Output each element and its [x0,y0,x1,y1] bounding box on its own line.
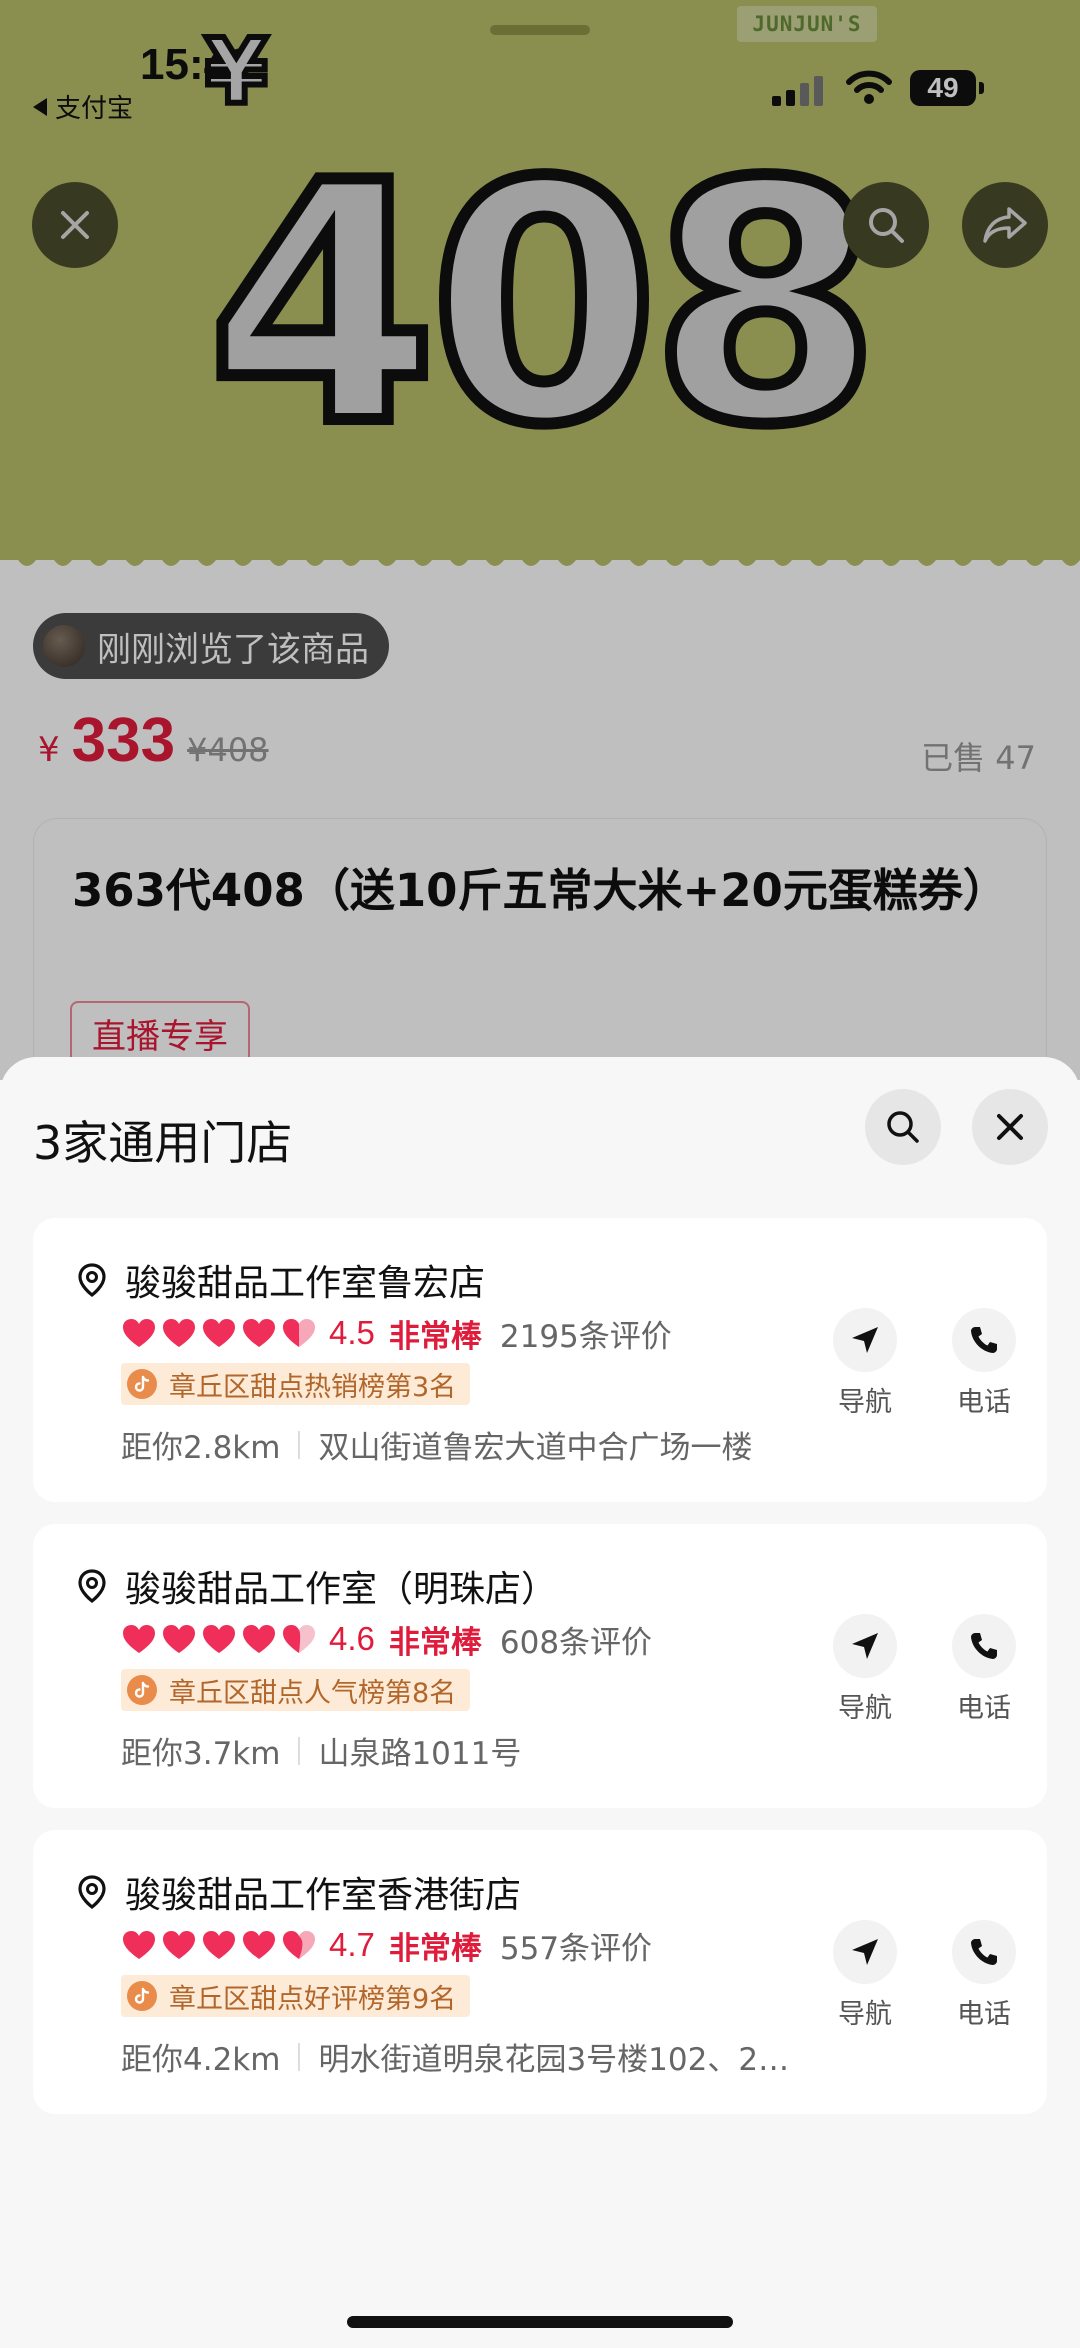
rating-hearts [121,1317,317,1349]
divider [298,1430,301,1459]
rating-word: 非常棒 [388,1624,482,1661]
call-button[interactable]: 电话 [939,1308,1029,1419]
review-count: 2195条评价 [499,1318,672,1355]
store-name: 骏骏甜品工作室（明珠店） [125,1569,558,1610]
address: 山泉路1011号 [318,1736,522,1772]
navigation-arrow-icon [852,1633,878,1659]
half-heart-icon [283,1319,315,1347]
douyin-icon [127,1675,157,1705]
rating-score: 4.5 [329,1314,375,1351]
heart-icon [243,1319,275,1347]
divider [298,2042,301,2071]
half-heart-icon [283,1931,315,1959]
heart-icon [123,1319,155,1347]
navigate-button[interactable]: 导航 [820,1308,910,1419]
navigate-label: 导航 [838,1693,892,1724]
navigate-label: 导航 [838,1999,892,2030]
close-icon [997,1114,1023,1140]
heart-icon [243,1625,275,1653]
store-name: 骏骏甜品工作室鲁宏店 [125,1263,486,1304]
distance: 距你2.8km [121,1430,281,1466]
phone-icon [971,1633,997,1659]
navigation-arrow-icon [852,1939,878,1965]
distance: 距你3.7km [121,1736,281,1772]
stores-sheet: 3家通用门店 骏骏甜品工作室鲁宏店 4.5 非常棒 2195条评价 章丘区甜点热… [0,1057,1080,2348]
store-card[interactable]: 骏骏甜品工作室鲁宏店 4.5 非常棒 2195条评价 章丘区甜点热销榜第3名 距… [33,1218,1047,1502]
rating-row: 4.7 非常棒 557条评价 [121,1925,653,1967]
call-label: 电话 [957,1999,1011,2030]
rank-badge[interactable]: 章丘区甜点热销榜第3名 [121,1363,471,1405]
distance-row: 距你4.2km 明水街道明泉花园3号楼102、2… [121,2034,789,2079]
call-label: 电话 [957,1693,1011,1724]
rank-badge[interactable]: 章丘区甜点人气榜第8名 [121,1669,471,1711]
rating-word: 非常棒 [388,1318,482,1355]
address: 双山街道鲁宏大道中合广场一楼 [318,1430,753,1466]
heart-icon [163,1625,195,1653]
sheet-search-button[interactable] [865,1089,941,1165]
rating-word: 非常棒 [388,1930,482,1967]
rating-row: 4.5 非常棒 2195条评价 [121,1313,672,1355]
rank-badge[interactable]: 章丘区甜点好评榜第9名 [121,1975,471,2017]
address: 明水街道明泉花园3号楼102、2… [318,2042,790,2078]
phone-icon [971,1327,997,1353]
half-heart-icon [283,1625,315,1653]
navigate-button[interactable]: 导航 [820,1920,910,2031]
call-button[interactable]: 电话 [939,1920,1029,2031]
navigation-arrow-icon [852,1327,878,1353]
review-count: 608条评价 [499,1624,653,1661]
heart-icon [203,1625,235,1653]
douyin-icon [127,1981,157,2011]
call-label: 电话 [957,1387,1011,1418]
navigate-label: 导航 [838,1387,892,1418]
rating-hearts [121,1929,317,1961]
location-pin-icon [78,1875,106,1910]
search-icon [887,1111,919,1143]
distance: 距你4.2km [121,2042,281,2078]
location-pin-icon [78,1569,106,1604]
rating-score: 4.7 [329,1926,375,1963]
heart-icon [163,1931,195,1959]
store-card[interactable]: 骏骏甜品工作室香港街店 4.7 非常棒 557条评价 章丘区甜点好评榜第9名 距… [33,1830,1047,2114]
home-indicator[interactable] [347,2316,733,2328]
heart-icon [203,1319,235,1347]
dim-overlay[interactable] [0,0,1080,1080]
douyin-icon [127,1369,157,1399]
location-pin-icon [78,1263,106,1298]
rank-text: 章丘区甜点人气榜第8名 [169,1677,457,1709]
heart-icon [123,1625,155,1653]
rating-hearts [121,1623,317,1655]
heart-icon [163,1319,195,1347]
navigate-button[interactable]: 导航 [820,1614,910,1725]
rank-text: 章丘区甜点热销榜第3名 [169,1371,457,1403]
store-name: 骏骏甜品工作室香港街店 [125,1875,522,1916]
sheet-close-button[interactable] [972,1089,1048,1165]
heart-icon [123,1931,155,1959]
store-card[interactable]: 骏骏甜品工作室（明珠店） 4.6 非常棒 608条评价 章丘区甜点人气榜第8名 … [33,1524,1047,1808]
sheet-title: 3家通用门店 [33,1116,293,1170]
divider [298,1736,301,1765]
distance-row: 距你2.8km 双山街道鲁宏大道中合广场一楼 [121,1422,752,1467]
review-count: 557条评价 [499,1930,653,1967]
rating-row: 4.6 非常棒 608条评价 [121,1619,653,1661]
heart-icon [243,1931,275,1959]
distance-row: 距你3.7km 山泉路1011号 [121,1728,521,1773]
rating-score: 4.6 [329,1620,375,1657]
heart-icon [203,1931,235,1959]
phone-icon [971,1939,997,1965]
call-button[interactable]: 电话 [939,1614,1029,1725]
rank-text: 章丘区甜点好评榜第9名 [169,1983,457,2015]
